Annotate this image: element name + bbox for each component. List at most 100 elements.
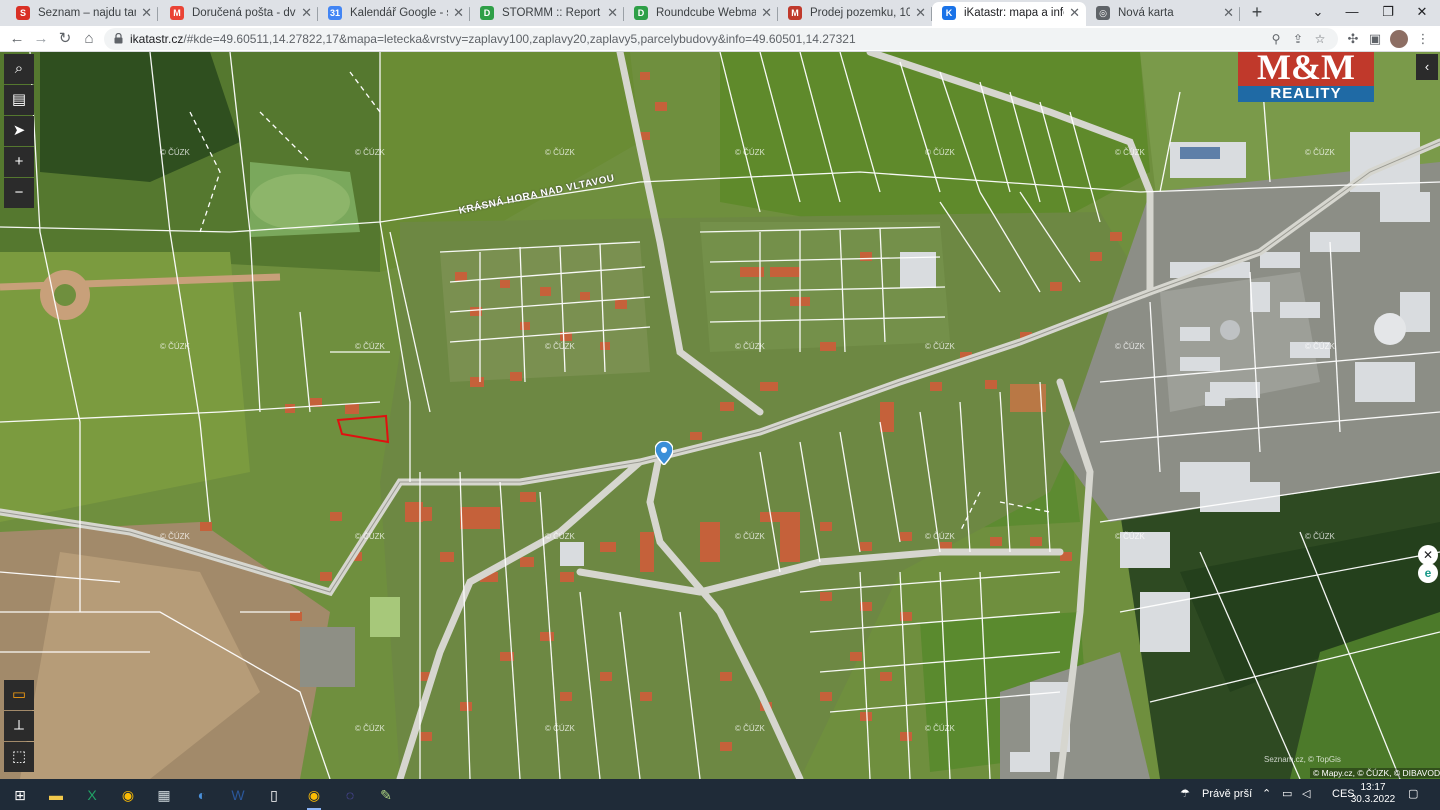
tab-title: Roundcube Webmail :: PRC — [656, 7, 756, 19]
excel-icon[interactable]: X — [80, 783, 104, 807]
cuzk-watermark: © ČÚZK — [355, 342, 385, 351]
zoom-out-button[interactable]: − — [4, 178, 34, 208]
collapse-panel-chevron-icon[interactable]: ‹ — [1416, 54, 1438, 80]
tab-strip: S Seznam – najdu tam, co nez ✕ M Doručen… — [0, 0, 1440, 26]
paint-icon[interactable]: ✎ — [374, 783, 398, 807]
cuzk-watermark: © ČÚZK — [1115, 532, 1145, 541]
cuzk-watermark: © ČÚZK — [1305, 532, 1335, 541]
tab-stormm-report[interactable]: D STORMM :: Report makléř ✕ — [470, 2, 624, 26]
close-icon[interactable]: ✕ — [761, 2, 772, 24]
new-tab-button[interactable]: + — [1246, 2, 1268, 24]
cadastral-map[interactable]: KRÁSNÁ HORA NAD VLTAVOU © ČÚZK © ČÚZK © … — [0, 52, 1440, 779]
close-icon[interactable]: ✕ — [1069, 2, 1080, 24]
seznam-credit: Seznam.cz, © TopGis — [1264, 755, 1341, 764]
url-text[interactable]: ikatastr.cz/#kde=49.60511,14.27822,17&ma… — [130, 28, 856, 50]
volume-icon[interactable]: ◁ — [1302, 779, 1310, 810]
notepad-icon[interactable]: ▯ — [262, 783, 286, 807]
map-marker-icon[interactable] — [655, 441, 673, 465]
tab-title: Prodej pozemku, 1058 m² — [810, 7, 910, 19]
address-bar[interactable]: ikatastr.cz/#kde=49.60511,14.27822,17&ma… — [104, 28, 1338, 50]
edge-e-icon[interactable]: e — [1418, 563, 1438, 583]
print-area-icon[interactable]: ⬚ — [4, 742, 34, 772]
outlook-icon[interactable]: ◐ — [190, 783, 214, 807]
network-icon[interactable]: ▭ — [1282, 779, 1292, 810]
weather-rain-icon[interactable]: ☂ — [1180, 779, 1190, 810]
minimize-button[interactable]: — — [1334, 0, 1370, 26]
windows-taskbar: ⊞ ▬ X ◉ ▦ ◐ W ▯ ◉ ◌ ✎ ☂ Právě prší ⌃ ▭ ◁… — [0, 779, 1440, 810]
cuzk-watermark: © ČÚZK — [735, 148, 765, 157]
tab-title: Kalendář Google - středa, — [350, 7, 448, 19]
clock-date: 30.3.2022 — [1350, 794, 1396, 805]
cuzk-watermark: © ČÚZK — [735, 724, 765, 733]
close-icon[interactable]: ✕ — [1223, 2, 1234, 24]
tab-search-chevron-icon[interactable]: ⌄ — [1300, 0, 1336, 26]
cuzk-watermark: © ČÚZK — [160, 342, 190, 351]
share-icon[interactable]: ⇪ — [1290, 31, 1306, 47]
aerial-map-layer[interactable] — [0, 52, 1440, 779]
tab-title: iKatastr: mapa a informace — [964, 7, 1064, 19]
close-icon[interactable]: ✕ — [141, 2, 152, 24]
tab-title: STORMM :: Report makléř — [502, 7, 602, 19]
cuzk-watermark: © ČÚZK — [1305, 148, 1335, 157]
weather-text[interactable]: Právě prší — [1202, 779, 1252, 810]
cuzk-watermark: © ČÚZK — [545, 148, 575, 157]
cuzk-watermark: © ČÚZK — [355, 724, 385, 733]
notifications-icon[interactable]: ▢ — [1408, 779, 1418, 810]
browser-toolbar: ← → ↻ ⌂ ikatastr.cz/#kde=49.60511,14.278… — [0, 26, 1440, 52]
close-icon[interactable]: ✕ — [607, 2, 618, 24]
back-arrow-icon[interactable]: ← — [6, 28, 28, 50]
bookmark-star-icon[interactable]: ☆ — [1312, 31, 1328, 47]
cuzk-watermark: © ČÚZK — [1115, 342, 1145, 351]
close-window-button[interactable]: ✕ — [1404, 0, 1440, 26]
feedback-chat-icon[interactable]: ▭ — [4, 680, 34, 710]
location-pin-icon[interactable]: ⚲ — [1268, 31, 1284, 47]
search-icon[interactable]: ⌕ — [4, 54, 34, 84]
tab-prodej-pozemku[interactable]: M Prodej pozemku, 1058 m² ✕ — [778, 2, 932, 26]
close-circle-icon[interactable]: ✕ — [1418, 545, 1438, 565]
profile-avatar[interactable] — [1390, 30, 1408, 48]
tab-new-tab[interactable]: ◎ Nová karta ✕ — [1086, 2, 1240, 26]
extensions-puzzle-icon[interactable]: ✣ — [1344, 30, 1362, 48]
viber-icon[interactable]: ◌ — [338, 783, 362, 807]
tab-seznam[interactable]: S Seznam – najdu tam, co nez ✕ — [6, 2, 158, 26]
map-layers-icon[interactable]: ▤ — [4, 85, 34, 115]
cuzk-watermark: © ČÚZK — [160, 532, 190, 541]
windows-start-icon[interactable]: ⊞ — [8, 783, 32, 807]
lock-icon[interactable] — [114, 33, 123, 44]
home-icon[interactable]: ⌂ — [78, 28, 100, 50]
measure-ruler-icon[interactable]: ⟂ — [4, 711, 34, 741]
cuzk-watermark: © ČÚZK — [735, 532, 765, 541]
side-panel-icon[interactable]: ▣ — [1366, 30, 1384, 48]
cuzk-watermark: © ČÚZK — [925, 724, 955, 733]
forward-arrow-icon[interactable]: → — [30, 28, 52, 50]
browser-menu-icon[interactable]: ⋮ — [1414, 30, 1432, 48]
tray-chevron-icon[interactable]: ⌃ — [1262, 779, 1271, 810]
close-icon[interactable]: ✕ — [301, 2, 312, 24]
tab-google-calendar[interactable]: 31 Kalendář Google - středa, ✕ — [318, 2, 470, 26]
tab-gmail[interactable]: M Doručená pošta - dvorakm ✕ — [160, 2, 318, 26]
listing-favicon-icon: M — [788, 6, 802, 20]
cuzk-watermark: © ČÚZK — [925, 148, 955, 157]
logo-mm-text: M&M — [1238, 52, 1374, 88]
url-host: ikatastr.cz — [130, 32, 184, 46]
locate-me-icon[interactable]: ➤ — [4, 116, 34, 146]
tab-ikatastr[interactable]: K iKatastr: mapa a informace ✕ — [932, 2, 1086, 26]
map-attribution[interactable]: © Mapy.cz, © ČÚZK, © DIBAVOD — [1310, 768, 1440, 778]
close-icon[interactable]: ✕ — [915, 2, 926, 24]
system-clock[interactable]: 13:17 30.3.2022 — [1346, 782, 1400, 806]
cuzk-watermark: © ČÚZK — [1115, 148, 1145, 157]
network-app-icon[interactable]: ▦ — [152, 783, 176, 807]
clock-time: 13:17 — [1360, 782, 1386, 793]
close-icon[interactable]: ✕ — [453, 2, 464, 24]
tab-title: Nová karta — [1118, 7, 1174, 19]
cuzk-watermark: © ČÚZK — [735, 342, 765, 351]
reload-icon[interactable]: ↻ — [54, 28, 76, 50]
word-icon[interactable]: W — [226, 783, 250, 807]
tab-roundcube[interactable]: D Roundcube Webmail :: PRC ✕ — [624, 2, 778, 26]
chrome-icon[interactable]: ◉ — [116, 783, 140, 807]
calendar-favicon-icon: 31 — [328, 6, 342, 20]
restore-button[interactable]: ❐ — [1370, 0, 1406, 26]
chrome-active-icon[interactable]: ◉ — [302, 783, 326, 810]
file-explorer-icon[interactable]: ▬ — [44, 783, 68, 807]
zoom-in-button[interactable]: + — [4, 147, 34, 177]
